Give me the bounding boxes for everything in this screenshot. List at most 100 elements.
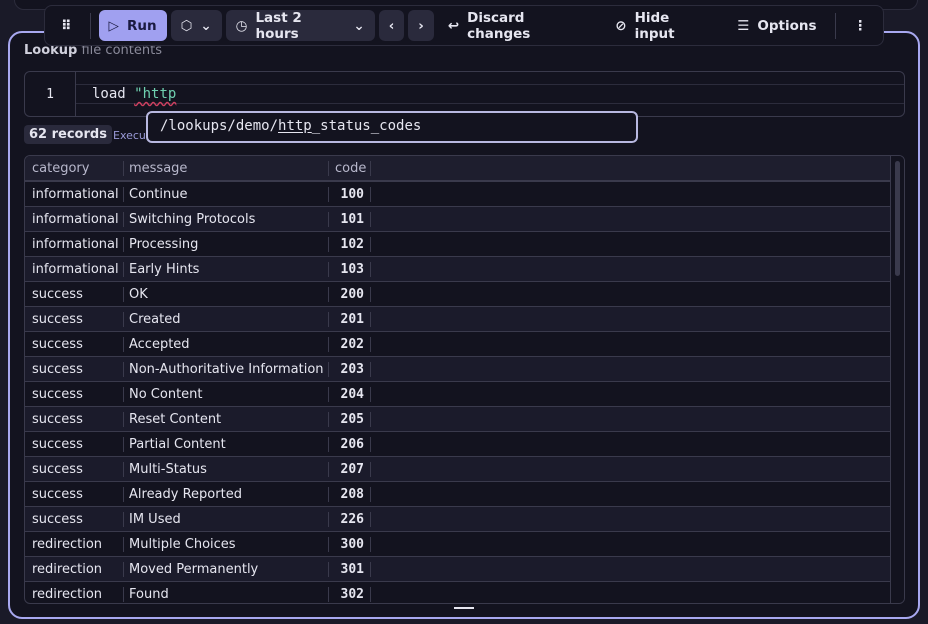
cell-category: informational bbox=[25, 262, 124, 277]
drag-icon: ⠿ bbox=[61, 18, 72, 34]
cell-category: success bbox=[25, 437, 124, 452]
cell-message: Continue bbox=[124, 187, 329, 202]
cell-code: 206 bbox=[329, 437, 371, 452]
cell-message: Found bbox=[124, 587, 329, 602]
cell-code: 202 bbox=[329, 337, 371, 352]
cell-message: Accepted bbox=[124, 337, 329, 352]
resize-handle[interactable] bbox=[454, 607, 474, 609]
segment-selector[interactable]: ⬡⌄ bbox=[171, 10, 222, 41]
drag-handle[interactable]: ⠿ bbox=[51, 10, 82, 41]
discard-label: Discard changes bbox=[467, 10, 591, 42]
section-toolbar: ⠿ ▷Run ⬡⌄ ◷ Last 2 hours ⌄ ‹ › ↩ Discard ch… bbox=[44, 5, 884, 46]
cell-code: 204 bbox=[329, 387, 371, 402]
results-table: category message code informationalConti… bbox=[24, 155, 905, 604]
table-row[interactable]: successNon-Authoritative Information203 bbox=[25, 357, 904, 382]
table-row[interactable]: successCreated201 bbox=[25, 307, 904, 332]
cube-icon: ⬡ bbox=[181, 18, 193, 34]
more-button[interactable]: ⋮ bbox=[844, 10, 878, 41]
code-string: "http bbox=[134, 86, 176, 102]
scrollbar-thumb[interactable] bbox=[895, 161, 900, 276]
cell-code: 207 bbox=[329, 462, 371, 477]
cell-category: success bbox=[25, 412, 124, 427]
cell-message: Early Hints bbox=[124, 262, 329, 277]
cell-category: success bbox=[25, 462, 124, 477]
code-line[interactable]: load "http bbox=[76, 84, 904, 104]
cell-code: 201 bbox=[329, 312, 371, 327]
cell-category: redirection bbox=[25, 537, 124, 552]
divider bbox=[835, 13, 836, 39]
timeframe-label: Last 2 hours bbox=[255, 10, 345, 42]
cell-code: 102 bbox=[329, 237, 371, 252]
cell-code: 205 bbox=[329, 412, 371, 427]
cell-message: Multi-Status bbox=[124, 462, 329, 477]
cell-message: Non-Authoritative Information bbox=[124, 362, 329, 377]
cell-message: No Content bbox=[124, 387, 329, 402]
sliders-icon: ☰ bbox=[737, 18, 749, 34]
table-row[interactable]: successIM Used226 bbox=[25, 507, 904, 532]
table-row[interactable]: informationalContinue100 bbox=[25, 182, 904, 207]
table-row[interactable]: successOK200 bbox=[25, 282, 904, 307]
eye-off-icon: ⊘ bbox=[615, 18, 626, 34]
cell-code: 301 bbox=[329, 562, 371, 577]
cell-code: 103 bbox=[329, 262, 371, 277]
table-row[interactable]: redirectionMultiple Choices300 bbox=[25, 532, 904, 557]
more-vertical-icon: ⋮ bbox=[854, 18, 868, 34]
chevron-right-icon: › bbox=[418, 18, 424, 34]
table-row[interactable]: informationalSwitching Protocols101 bbox=[25, 207, 904, 232]
table-row[interactable]: redirectionMoved Permanently301 bbox=[25, 557, 904, 582]
cell-category: informational bbox=[25, 187, 124, 202]
cell-category: informational bbox=[25, 237, 124, 252]
table-row[interactable]: successAlready Reported208 bbox=[25, 482, 904, 507]
table-row[interactable]: redirectionFound302 bbox=[25, 582, 904, 604]
cell-code: 300 bbox=[329, 537, 371, 552]
cell-category: redirection bbox=[25, 587, 124, 602]
cell-category: success bbox=[25, 362, 124, 377]
options-label: Options bbox=[757, 18, 816, 34]
autocomplete-suggestion[interactable]: /lookups/demo/http_status_codes bbox=[146, 111, 638, 143]
header-code[interactable]: code bbox=[329, 161, 371, 176]
divider bbox=[90, 13, 91, 39]
clock-icon: ◷ bbox=[236, 18, 248, 34]
header-message[interactable]: message bbox=[124, 161, 329, 176]
table-row[interactable]: successMulti-Status207 bbox=[25, 457, 904, 482]
cell-message: Partial Content bbox=[124, 437, 329, 452]
line-number: 1 bbox=[25, 72, 76, 116]
timeframe-selector[interactable]: ◷Last 2 hours⌄ bbox=[226, 10, 375, 41]
run-button[interactable]: ▷Run bbox=[99, 10, 167, 41]
cell-category: success bbox=[25, 512, 124, 527]
run-label: Run bbox=[127, 18, 157, 34]
cell-code: 208 bbox=[329, 487, 371, 502]
discard-changes-button[interactable]: ↩ Discard changes bbox=[438, 10, 601, 41]
cell-code: 100 bbox=[329, 187, 371, 202]
vertical-scrollbar[interactable] bbox=[890, 156, 904, 603]
records-badge: 62 records bbox=[24, 125, 112, 144]
table-row[interactable]: successPartial Content206 bbox=[25, 432, 904, 457]
next-timeframe-button[interactable]: › bbox=[408, 10, 434, 41]
hide-input-button[interactable]: ⊘Hide input bbox=[605, 10, 723, 41]
cell-message: Created bbox=[124, 312, 329, 327]
cell-message: IM Used bbox=[124, 512, 329, 527]
cell-message: Reset Content bbox=[124, 412, 329, 427]
table-row[interactable]: successReset Content205 bbox=[25, 407, 904, 432]
suggestion-suffix: _status_codes bbox=[312, 118, 422, 134]
table-row[interactable]: successAccepted202 bbox=[25, 332, 904, 357]
cell-category: success bbox=[25, 387, 124, 402]
execution-info[interactable]: Execu bbox=[113, 129, 146, 142]
cell-category: redirection bbox=[25, 562, 124, 577]
previous-timeframe-button[interactable]: ‹ bbox=[379, 10, 405, 41]
cell-message: OK bbox=[124, 287, 329, 302]
table-row[interactable]: successNo Content204 bbox=[25, 382, 904, 407]
cell-category: success bbox=[25, 337, 124, 352]
cell-message: Multiple Choices bbox=[124, 537, 329, 552]
table-header: category message code bbox=[25, 156, 904, 182]
undo-icon: ↩ bbox=[448, 18, 459, 34]
cell-code: 101 bbox=[329, 212, 371, 227]
options-button[interactable]: ☰ Options bbox=[727, 10, 826, 41]
cell-category: informational bbox=[25, 212, 124, 227]
cell-code: 200 bbox=[329, 287, 371, 302]
chevron-down-icon: ⌄ bbox=[200, 18, 211, 34]
table-row[interactable]: informationalProcessing102 bbox=[25, 232, 904, 257]
cell-message: Already Reported bbox=[124, 487, 329, 502]
table-row[interactable]: informationalEarly Hints103 bbox=[25, 257, 904, 282]
header-category[interactable]: category bbox=[25, 161, 124, 176]
